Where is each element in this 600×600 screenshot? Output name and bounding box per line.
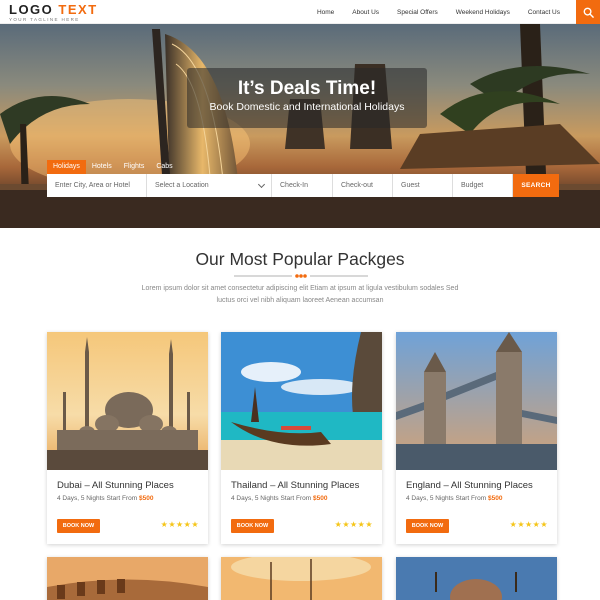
hero-banner: It’s Deals Time! Book Domestic and Inter… [0,24,600,228]
package-card-thailand[interactable]: Thailand – All Stunning Places 4 Days, 5… [221,332,382,544]
book-now-button[interactable]: BOOK NOW [406,519,449,533]
section-title: Our Most Popular Packges [195,249,405,269]
nav-home[interactable]: Home [317,9,334,16]
nav-weekend-holidays[interactable]: Weekend Holidays [456,9,510,16]
section-description: Lorem ipsum dolor sit amet consectetur a… [141,285,459,304]
nav-special-offers[interactable]: Special Offers [397,9,438,16]
book-now-button[interactable]: BOOK NOW [231,519,274,533]
booking-search-bar: Enter City, Area or Hotel Select a Locat… [47,174,559,197]
card-price: $500 [313,495,328,502]
tab-holidays[interactable]: Holidays [47,160,86,174]
dubai-image [47,332,208,470]
package-card-colosseum[interactable] [47,557,208,600]
checkin-field[interactable]: Check-In [272,174,333,197]
thailand-image [221,332,382,470]
harbor-image [221,557,382,600]
package-card-england[interactable]: England – All Stunning Places 4 Days, 5 … [396,332,557,544]
star-rating: ★★★★★ [160,520,199,529]
card-subtitle: 4 Days, 5 Nights Start From $500 [57,495,154,502]
location-input[interactable]: Enter City, Area or Hotel [47,174,147,197]
guest-field[interactable]: Guest [393,174,453,197]
tab-hotels[interactable]: Hotels [86,160,118,174]
logo[interactable]: LOGO TEXT YOUR TAGLINE HERE [9,3,98,22]
card-title: Dubai – All Stunning Places [57,480,174,491]
booking-tabs: Holidays Hotels Flights Cabs [47,160,179,174]
card-title: Thailand – All Stunning Places [231,480,360,491]
logo-text: LOGO TEXT [9,2,98,17]
header-search-button[interactable] [576,0,600,24]
location-input-placeholder: Enter City, Area or Hotel [55,182,130,189]
hero-headline-box: It’s Deals Time! Book Domestic and Inter… [187,68,427,128]
location-select[interactable]: Select a Location [147,174,272,197]
tab-flights[interactable]: Flights [118,160,151,174]
guest-placeholder: Guest [401,182,420,189]
nav-contact-us[interactable]: Contact Us [528,9,560,16]
logo-tagline: YOUR TAGLINE HERE [9,17,80,22]
tab-cabs[interactable]: Cabs [150,160,178,174]
colosseum-image [47,557,208,600]
search-icon [583,7,594,18]
site-header: LOGO TEXT YOUR TAGLINE HERE Home About U… [0,0,600,24]
nav-about-us[interactable]: About Us [352,9,379,16]
checkout-field[interactable]: Check-out [333,174,393,197]
budget-placeholder: Budget [461,182,484,189]
card-price: $500 [139,495,154,502]
hero-subtitle: Book Domestic and International Holidays [209,101,405,113]
section-divider [234,274,368,278]
checkin-placeholder: Check-In [280,182,309,189]
location-select-value: Select a Location [155,182,209,189]
book-now-button[interactable]: BOOK NOW [57,519,100,533]
budget-field[interactable]: Budget [453,174,513,197]
star-rating: ★★★★★ [509,520,548,529]
star-rating: ★★★★★ [334,520,373,529]
package-card-harbor[interactable] [221,557,382,600]
package-card-cathedral[interactable] [396,557,557,600]
england-image [396,332,557,470]
hero-title: It’s Deals Time! [237,78,377,99]
cathedral-image [396,557,557,600]
main-nav: Home About Us Special Offers Weekend Hol… [317,0,576,24]
package-card-dubai[interactable]: Dubai – All Stunning Places 4 Days, 5 Ni… [47,332,208,544]
card-subtitle: 4 Days, 5 Nights Start From $500 [231,495,328,502]
card-price: $500 [488,495,503,502]
card-title: England – All Stunning Places [406,480,533,491]
card-subtitle: 4 Days, 5 Nights Start From $500 [406,495,503,502]
checkout-placeholder: Check-out [341,182,373,189]
search-button[interactable]: SEARCH [513,174,559,197]
chevron-down-icon [257,180,266,189]
